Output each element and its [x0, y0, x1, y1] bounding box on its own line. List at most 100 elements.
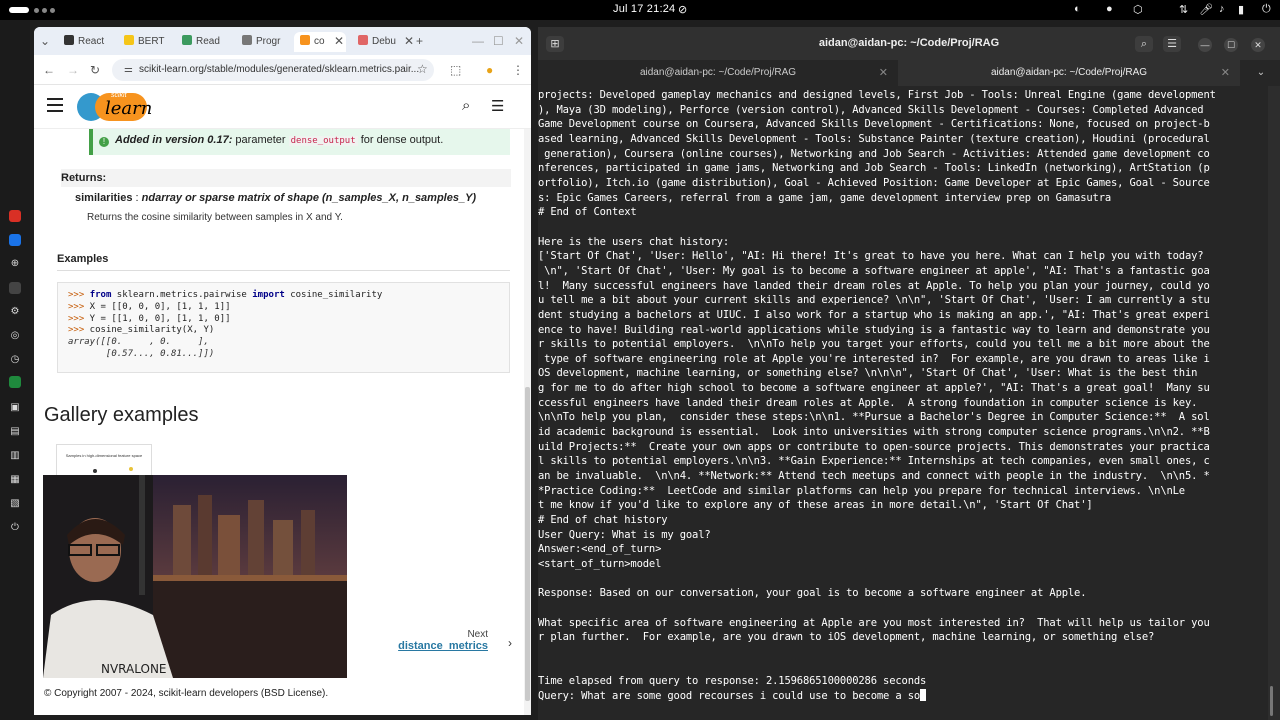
close-window-icon[interactable]: ✕ [514, 32, 524, 50]
next-page-link[interactable]: Next distance_metrics › [392, 629, 512, 652]
app-icon[interactable]: ▥ [9, 450, 21, 462]
hamburger-menu-icon[interactable]: ☰ [1163, 36, 1181, 52]
reload-icon[interactable]: ↻ [90, 62, 100, 78]
app-icon[interactable]: ◎ [9, 330, 21, 342]
app-icon[interactable]: ⚙ [9, 306, 21, 318]
clock[interactable]: Jul 17 21:24 [613, 3, 675, 15]
tray-app-icon[interactable]: ● [1106, 3, 1113, 15]
return-value-description: Returns the cosine similarity between sa… [87, 212, 343, 223]
tab-favicon-icon [242, 35, 252, 45]
tray-app-icon[interactable]: ⬡ [1133, 3, 1143, 16]
terminal-line: s: Epic Games Careers, referral from a g… [538, 191, 1112, 204]
tab-list-chevron-icon[interactable]: ⌄ [40, 32, 50, 50]
tab-overflow-chevron-icon[interactable]: ⌄ [1246, 60, 1276, 86]
browser-tab[interactable]: React [64, 32, 110, 52]
app-icon[interactable]: ⊕ [9, 258, 21, 270]
terminal-icon[interactable] [9, 282, 21, 294]
volume-icon[interactable]: ♪ [1219, 3, 1225, 15]
workspace-dot[interactable] [50, 8, 55, 13]
bookmark-star-icon[interactable]: ☆ [417, 61, 428, 77]
version-added-note: ! Added in version 0.17: parameter dense_… [89, 129, 510, 155]
terminal-tab-active[interactable]: aidan@aidan-pc: ~/Code/Proj/RAG ✕ [898, 60, 1240, 86]
power-icon[interactable]: ⏻ [1262, 3, 1271, 16]
terminal-line: What specific area of software engineeri… [538, 616, 1210, 629]
tab-favicon-icon [64, 35, 74, 45]
terminal-window: ⊞ aidan@aidan-pc: ~/Code/Proj/RAG ⌕ ☰ — … [538, 27, 1280, 720]
terminal-scrollbar[interactable] [1270, 686, 1273, 716]
maximize-icon[interactable]: ☐ [1224, 38, 1238, 52]
terminal-line: generation), Coursera (online courses), … [538, 147, 1210, 160]
terminal-line: <start_of_turn>model [538, 558, 662, 570]
app-icon[interactable] [9, 376, 21, 388]
doc-content: ! Added in version 0.17: parameter dense_… [34, 129, 524, 715]
workspace-dot[interactable] [34, 8, 39, 13]
terminal-tab[interactable]: aidan@aidan-pc: ~/Code/Proj/RAG ✕ [538, 60, 898, 86]
terminal-line: # End of chat history [538, 514, 668, 527]
table-of-contents-icon[interactable]: ☰ [491, 97, 504, 115]
terminal-line: dent studying a bachelors at UIUC. I als… [538, 308, 1210, 321]
close-tab-icon[interactable]: ✕ [879, 60, 888, 86]
close-tab-icon[interactable]: ✕ [1221, 60, 1230, 86]
minimize-icon[interactable]: — [1198, 38, 1212, 52]
app-icon[interactable]: ▦ [9, 474, 21, 486]
chrome-icon[interactable] [9, 210, 21, 222]
close-window-icon[interactable]: ✕ [1251, 38, 1265, 52]
terminal-line: g for me to do after high school to beco… [538, 382, 1210, 395]
microphone-icon[interactable]: 🎤︎ [1199, 3, 1213, 16]
copyright-footer: © Copyright 2007 - 2024, scikit-learn de… [44, 688, 329, 699]
code-example[interactable]: >>> from sklearn.metrics.pairwise import… [57, 282, 510, 373]
browser-tab[interactable]: Debu [358, 32, 404, 52]
network-icon[interactable]: ⇅ [1179, 3, 1188, 16]
search-icon[interactable]: ⌕ [462, 97, 470, 114]
terminal-line: u tell me a bit about your current skill… [538, 294, 1210, 307]
activities-indicator[interactable] [9, 7, 29, 13]
browser-scrollbar[interactable] [524, 129, 531, 715]
profile-avatar[interactable]: ● [486, 62, 493, 78]
browser-tab[interactable]: BERT [124, 32, 168, 52]
extensions-icon[interactable]: ⬚ [450, 62, 461, 78]
close-tab-icon[interactable]: ✕ [404, 32, 414, 50]
terminal-line: \n\nTo help you plan, consider these ste… [538, 411, 1210, 424]
minimize-icon[interactable]: — [472, 32, 484, 50]
terminal-header-bar: ⊞ aidan@aidan-pc: ~/Code/Proj/RAG ⌕ ☰ — … [538, 27, 1280, 60]
terminal-line: Time elapsed from query to response: 2.1… [538, 675, 927, 688]
webcam-overlay-image: NVRALONE [43, 475, 347, 678]
site-info-icon[interactable]: ⚌ [124, 64, 133, 75]
scrollbar-thumb[interactable] [525, 387, 530, 701]
terminal-output[interactable]: projects: Developed gameplay mechanics a… [538, 86, 1268, 720]
battery-icon[interactable]: ▮ [1238, 3, 1244, 16]
browser-tab[interactable]: Read [182, 32, 226, 52]
app-icon[interactable]: ⏻ [9, 522, 21, 534]
terminal-line: Response: Based on our conversation, you… [538, 587, 1087, 600]
hamburger-menu-icon[interactable] [47, 98, 63, 112]
tab-favicon-icon [124, 35, 134, 45]
scikit-learn-logo[interactable]: scikit learn [77, 92, 167, 121]
app-icon[interactable]: ▤ [9, 426, 21, 438]
search-icon[interactable]: ⌕ [1135, 36, 1153, 52]
files-icon[interactable]: ▣ [9, 402, 21, 414]
app-icon[interactable]: ▧ [9, 498, 21, 510]
menu-kebab-icon[interactable]: ⋮ [512, 62, 524, 78]
notification-bell-icon[interactable]: ⊘ [678, 3, 687, 16]
workspace-dot[interactable] [42, 8, 47, 13]
site-header: scikit learn ⌕ ☰ [34, 85, 531, 129]
tab-favicon-icon [300, 35, 310, 45]
terminal-line: OS development, machine learning, or som… [538, 367, 1198, 380]
forward-icon[interactable]: → [67, 62, 79, 78]
address-bar[interactable]: ⚌ scikit-learn.org/stable/modules/generat… [112, 59, 434, 81]
app-icon[interactable]: ◷ [9, 354, 21, 366]
new-tab-icon[interactable]: + [416, 32, 423, 50]
tray-app-icon[interactable]: ◐ [1074, 3, 1081, 15]
terminal-prompt-line: Query: What are some good recourses i co… [538, 688, 1268, 704]
close-tab-icon[interactable]: ✕ [334, 32, 344, 50]
app-icon[interactable] [9, 234, 21, 246]
returns-heading: Returns: [61, 169, 511, 187]
back-icon[interactable]: ← [43, 62, 55, 78]
browser-window: ⌄ React BERT Read Progr co ✕ Debu ✕ + — … [34, 27, 531, 715]
maximize-icon[interactable]: ☐ [493, 32, 504, 50]
terminal-line: User Query: What is my goal? [538, 528, 711, 541]
browser-tab[interactable]: Progr [242, 32, 286, 52]
